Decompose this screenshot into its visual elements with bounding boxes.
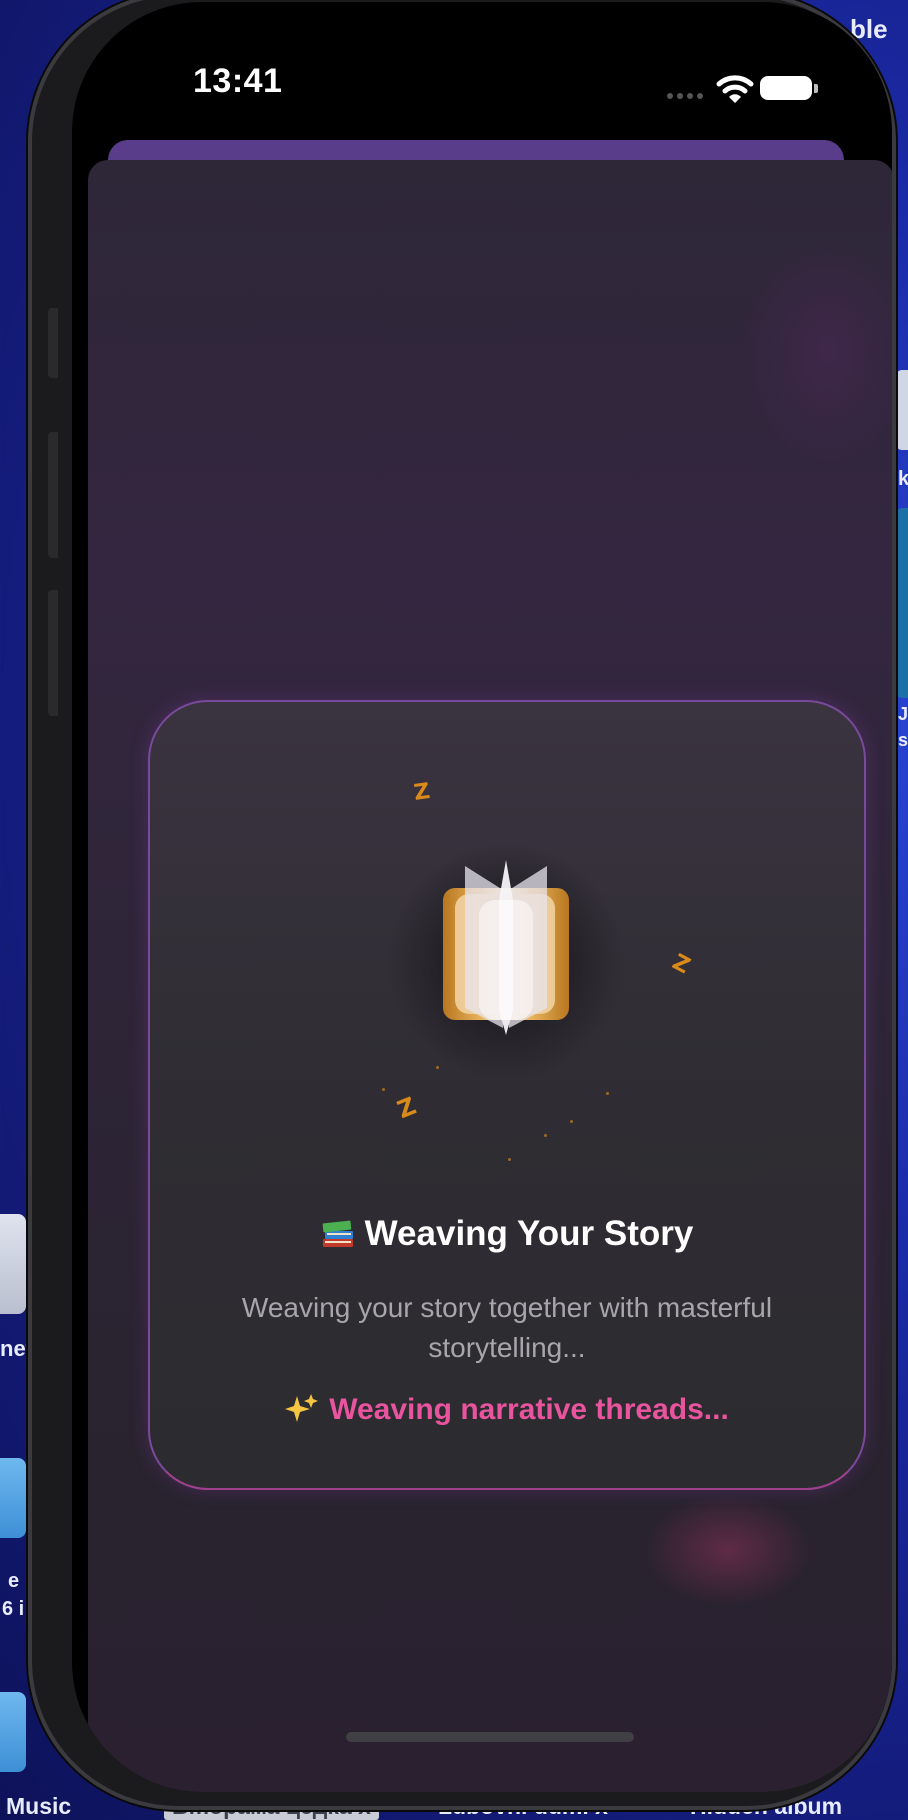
loading-subtitle: Weaving your story together with masterf… bbox=[241, 1292, 773, 1363]
sparkle-dot bbox=[382, 1088, 385, 1091]
sparkle-dot bbox=[606, 1092, 609, 1095]
sparkle-dot bbox=[570, 1120, 573, 1123]
desktop-right-edge-item[interactable] bbox=[896, 508, 908, 698]
desktop-right-text-2: J bbox=[898, 704, 908, 724]
desktop-left-text-3: 6 i bbox=[2, 1598, 25, 1620]
desktop-right-text-3: s bbox=[898, 730, 908, 750]
loading-card: Z Z Z Weaving Your Story Weaving your st… bbox=[148, 700, 866, 1490]
cellular-signal-icon bbox=[667, 93, 703, 99]
loading-title-row: Weaving Your Story bbox=[150, 1214, 864, 1254]
volume-up-button[interactable] bbox=[48, 432, 58, 558]
status-time: 13:41 bbox=[193, 62, 283, 100]
loading-status: Weaving narrative threads... bbox=[329, 1393, 729, 1426]
sparkle-dot bbox=[508, 1158, 511, 1161]
sleep-mark: Z bbox=[668, 949, 694, 980]
desktop-folder-edge[interactable] bbox=[0, 1214, 26, 1314]
phone-screen: 13:41 Z Z Z Weaving Your Story Weaving y… bbox=[72, 2, 892, 1792]
status-bar: 13:41 bbox=[72, 2, 892, 132]
desktop-folder-edge[interactable] bbox=[0, 1692, 26, 1772]
sleep-mark: Z bbox=[412, 779, 432, 806]
book-icon bbox=[443, 860, 569, 1035]
desktop-left-text-2: e bbox=[8, 1570, 20, 1592]
books-icon bbox=[322, 1220, 353, 1247]
sparkle-dot bbox=[436, 1066, 439, 1069]
mute-switch[interactable] bbox=[48, 308, 58, 378]
wifi-icon bbox=[716, 75, 754, 103]
desktop-label-music[interactable]: Music bbox=[6, 1793, 71, 1820]
sleep-mark: Z bbox=[393, 1091, 421, 1125]
loading-title: Weaving Your Story bbox=[364, 1214, 694, 1253]
battery-icon bbox=[760, 76, 818, 100]
volume-down-button[interactable] bbox=[48, 590, 58, 716]
modal-sheet: Z Z Z Weaving Your Story Weaving your st… bbox=[88, 160, 892, 1792]
loading-status-row: Weaving narrative threads... bbox=[150, 1392, 864, 1427]
desktop-folder-edge[interactable] bbox=[0, 1458, 26, 1538]
phone-frame: 13:41 Z Z Z Weaving Your Story Weaving y… bbox=[28, 0, 896, 1810]
home-indicator[interactable] bbox=[346, 1732, 634, 1742]
sparkles-icon bbox=[285, 1394, 319, 1422]
sparkle-dot bbox=[544, 1134, 547, 1137]
desktop-right-text-1: k bbox=[898, 468, 908, 490]
desktop-right-edge-item[interactable] bbox=[896, 370, 908, 450]
